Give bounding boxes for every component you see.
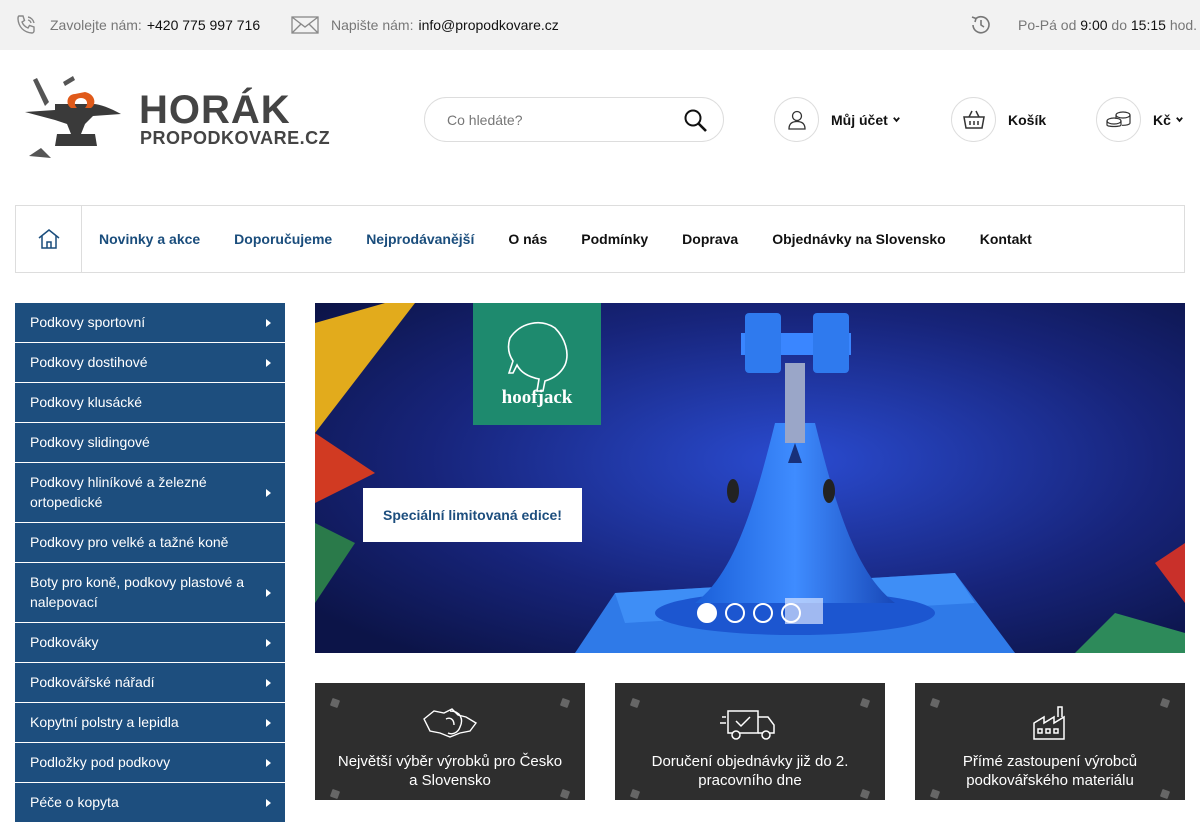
nav-doprava[interactable]: Doprava: [682, 231, 738, 247]
slider-dot-3[interactable]: [753, 603, 773, 623]
nail-decoration: [859, 788, 871, 800]
caret-right-icon: [266, 718, 271, 727]
caret-right-icon: [266, 358, 271, 367]
caret-right-icon: [266, 758, 271, 767]
basket-icon: [962, 110, 985, 129]
currency-icon-circle: [1096, 97, 1141, 142]
chevron-down-icon: [892, 117, 900, 123]
banner-image: hoofjack: [315, 303, 1185, 653]
category-item[interactable]: Podkováky: [15, 623, 285, 663]
nav-novinky[interactable]: Novinky a akce: [99, 231, 200, 247]
email-contact[interactable]: Napište nám: info@propodkovare.cz: [291, 0, 559, 50]
category-item[interactable]: Boty pro koně, podkovy plastové a nalepo…: [15, 563, 285, 623]
feature-text: Přímé zastoupení výrobců podkovářského m…: [962, 753, 1138, 789]
category-item[interactable]: Podkovy sportovní: [15, 303, 285, 343]
banner-cta-button[interactable]: Speciální limitovaná edice!: [363, 488, 582, 542]
nav-objednavky-slovensko[interactable]: Objednávky na Slovensko: [772, 231, 946, 247]
nav-links: Novinky a akce Doporučujeme Nejprodávaně…: [99, 231, 1066, 247]
anvil-logo-icon: [25, 76, 121, 158]
caret-right-icon: [266, 588, 271, 597]
category-item[interactable]: Podkovy hliníkové a železné ortopedické: [15, 463, 285, 523]
nail-decoration: [629, 697, 641, 709]
coins-icon: [1105, 110, 1131, 127]
slider-dot-1[interactable]: [697, 603, 717, 623]
caret-right-icon: [266, 678, 271, 687]
main-navigation: Novinky a akce Doporučujeme Nejprodávaně…: [15, 205, 1185, 273]
nav-podminky[interactable]: Podmínky: [581, 231, 648, 247]
phone-label: Zavolejte nám:: [50, 17, 142, 33]
search-input[interactable]: [447, 111, 667, 128]
factory-icon: [1033, 706, 1065, 740]
feature-text: Doručení objednávky již do 2. pracovního…: [651, 753, 849, 789]
opening-hours: Po-Pá od 9:00 do 15:15 hod.: [969, 0, 1197, 50]
nav-nejprodavanejsi[interactable]: Nejprodávanější: [366, 231, 474, 247]
category-item[interactable]: Podkovářské nářadí: [15, 663, 285, 703]
nail-decoration: [329, 697, 341, 709]
currency-selector[interactable]: Kč: [1096, 97, 1184, 142]
envelope-icon: [291, 16, 319, 34]
account-label: Můj účet: [831, 111, 888, 128]
slider-dots: [697, 603, 809, 623]
search-icon: [684, 109, 707, 132]
category-item[interactable]: Podkovy slidingové: [15, 423, 285, 463]
cart-icon-circle: [951, 97, 996, 142]
nav-o-nas[interactable]: O nás: [508, 231, 547, 247]
phone-icon: [17, 15, 35, 34]
email-address[interactable]: info@propodkovare.cz: [418, 17, 558, 33]
category-item[interactable]: Podkovy pro velké a tažné koně: [15, 523, 285, 563]
top-bar: Zavolejte nám: +420 775 997 716 Napište …: [0, 0, 1200, 50]
category-item[interactable]: Podložky pod podkovy: [15, 743, 285, 783]
nav-kontakt[interactable]: Kontakt: [980, 231, 1032, 247]
account-icon-circle: [774, 97, 819, 142]
phone-number[interactable]: +420 775 997 716: [147, 17, 260, 33]
category-item[interactable]: Kopytní polstry a lepidla: [15, 703, 285, 743]
logo-subtitle: PROPODKOVARE.CZ: [140, 128, 331, 148]
feature-box-manufacturers: Přímé zastoupení výrobců podkovářského m…: [915, 683, 1185, 800]
nav-doporucujeme[interactable]: Doporučujeme: [234, 231, 332, 247]
nail-decoration: [929, 697, 941, 709]
cz-sk-map-icon: [423, 708, 478, 738]
site-logo[interactable]: HORÁK PROPODKOVARE.CZ: [15, 74, 330, 162]
caret-right-icon: [266, 318, 271, 327]
nail-decoration: [1159, 788, 1171, 800]
home-icon: [38, 229, 59, 249]
nail-decoration: [629, 788, 641, 800]
nail-decoration: [559, 788, 571, 800]
currency-label: Kč: [1153, 111, 1171, 128]
feature-text: Největší výběr výrobků pro Česko a Slove…: [337, 753, 563, 789]
cart-button[interactable]: Košík: [951, 97, 1046, 142]
nail-decoration: [559, 697, 571, 709]
account-button[interactable]: Můj účet: [774, 97, 901, 142]
chevron-down-icon: [1176, 117, 1183, 123]
logo-title: HORÁK: [139, 88, 291, 132]
category-item[interactable]: Podkovy dostihové: [15, 343, 285, 383]
hero-banner[interactable]: hoofjack: [315, 303, 1185, 653]
feature-box-delivery: Doručení objednávky již do 2. pracovního…: [615, 683, 885, 800]
home-button[interactable]: [16, 206, 82, 272]
caret-right-icon: [266, 488, 271, 497]
feature-box-selection: Největší výběr výrobků pro Česko a Slove…: [315, 683, 585, 800]
phone-contact[interactable]: Zavolejte nám: +420 775 997 716: [14, 0, 260, 50]
search-button[interactable]: [683, 108, 709, 134]
clock-icon: [971, 15, 990, 34]
category-item[interactable]: Péče o kopyta: [15, 783, 285, 823]
user-icon: [787, 110, 806, 130]
nail-decoration: [929, 788, 941, 800]
category-sidebar: Podkovy sportovní Podkovy dostihové Podk…: [15, 303, 285, 823]
delivery-truck-icon: [720, 710, 775, 740]
slider-dot-2[interactable]: [725, 603, 745, 623]
nail-decoration: [859, 697, 871, 709]
caret-right-icon: [266, 638, 271, 647]
nail-decoration: [1159, 697, 1171, 709]
hours-text: Po-Pá od 9:00 do 15:15 hod.: [1018, 17, 1198, 33]
category-item[interactable]: Podkovy klusácké: [15, 383, 285, 423]
slider-dot-4[interactable]: [781, 603, 801, 623]
email-label: Napište nám:: [331, 17, 414, 33]
nail-decoration: [329, 788, 341, 800]
search-box: [424, 97, 724, 142]
cart-label: Košík: [1008, 111, 1047, 128]
